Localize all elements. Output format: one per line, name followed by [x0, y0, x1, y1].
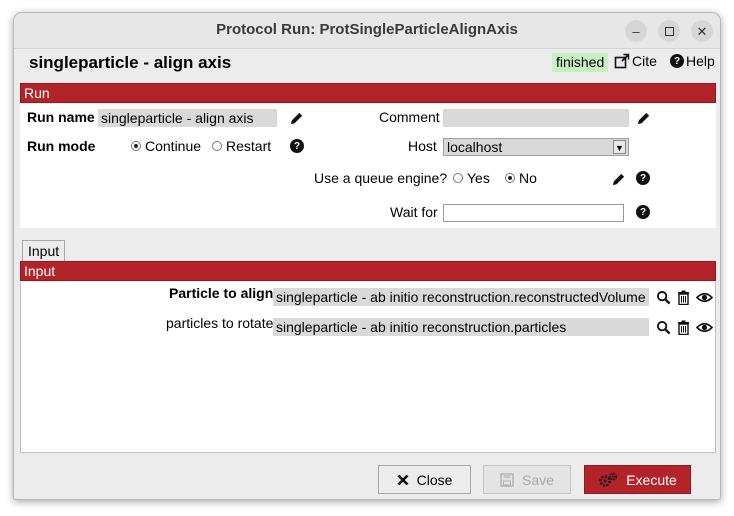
edit-comment-pencil-icon[interactable]: [635, 110, 651, 126]
gears-icon: [599, 472, 618, 487]
queue-no-label: No: [519, 170, 537, 186]
queue-engine-label: Use a queue engine?: [314, 170, 448, 186]
comment-label: Comment: [379, 109, 440, 125]
eye-icon[interactable]: [695, 319, 713, 335]
status-badge: finished: [552, 53, 609, 72]
protocol-header: singleparticle - align axis finished Cit…: [14, 49, 720, 83]
queue-yes-radio[interactable]: Yes: [453, 170, 490, 186]
edit-run-name-pencil-icon[interactable]: [288, 110, 304, 126]
input-section-panel: Particle to align singleparticle - ab in…: [20, 282, 716, 453]
run-section-header: Run: [20, 83, 716, 103]
trash-icon[interactable]: [676, 289, 691, 305]
tab-input[interactable]: Input: [22, 240, 66, 263]
protocol-run-window: Protocol Run: ProtSingleParticleAlignAxi…: [13, 12, 721, 500]
run-mode-label: Run mode: [27, 138, 96, 154]
help-label: Help: [686, 53, 715, 69]
edit-queue-pencil-icon[interactable]: [610, 171, 626, 187]
help-button[interactable]: ? Help: [670, 53, 715, 69]
wait-for-input[interactable]: [443, 204, 624, 222]
run-mode-continue-radio[interactable]: Continue: [131, 138, 201, 154]
host-label: Host: [408, 138, 437, 154]
particle-to-align-field[interactable]: singleparticle - ab initio reconstructio…: [273, 288, 649, 306]
close-button-label: Close: [416, 471, 453, 488]
save-button[interactable]: Save: [483, 465, 571, 494]
execute-button-label: Execute: [626, 471, 677, 488]
wait-for-label: Wait for: [390, 204, 438, 220]
help-icon: ?: [670, 54, 684, 68]
wait-for-help-icon[interactable]: ?: [636, 205, 650, 219]
host-value: localhost: [447, 139, 503, 155]
run-name-field[interactable]: singleparticle - align axis: [98, 109, 277, 127]
comment-field[interactable]: [443, 109, 629, 127]
close-icon[interactable]: ✕: [691, 20, 713, 42]
run-mode-restart-radio[interactable]: Restart: [212, 138, 271, 154]
window-title: Protocol Run: ProtSingleParticleAlignAxi…: [216, 21, 518, 38]
protocol-title: singleparticle - align axis: [29, 53, 232, 72]
run-mode-restart-label: Restart: [226, 138, 272, 154]
run-section-panel: Run name singleparticle - align axis Com…: [20, 104, 716, 228]
trash-icon[interactable]: [676, 319, 691, 335]
radio-selected-icon: [505, 173, 515, 183]
search-icon[interactable]: [655, 319, 671, 335]
maximize-icon[interactable]: [658, 20, 680, 42]
eye-icon[interactable]: [695, 289, 713, 305]
cite-label: Cite: [632, 53, 657, 69]
save-icon: [500, 472, 514, 487]
execute-button[interactable]: Execute: [584, 465, 691, 494]
queue-no-radio[interactable]: No: [505, 170, 537, 186]
external-link-icon: [614, 53, 630, 69]
save-button-label: Save: [522, 471, 554, 488]
minimize-icon[interactable]: –: [625, 20, 647, 42]
particles-to-rotate-label: particles to rotate: [166, 315, 274, 331]
input-section-header: Input: [20, 261, 716, 281]
radio-unselected-icon: [212, 141, 222, 151]
queue-help-icon[interactable]: ?: [636, 171, 650, 185]
cite-button[interactable]: Cite: [614, 53, 657, 69]
run-mode-continue-label: Continue: [145, 138, 202, 154]
run-mode-help-icon[interactable]: ?: [290, 139, 304, 153]
run-name-label: Run name: [27, 109, 95, 125]
radio-selected-icon: [131, 141, 141, 151]
particles-to-rotate-field[interactable]: singleparticle - ab initio reconstructio…: [273, 318, 649, 336]
window-titlebar[interactable]: Protocol Run: ProtSingleParticleAlignAxi…: [14, 13, 720, 49]
search-icon[interactable]: [655, 289, 671, 305]
host-select[interactable]: localhost ▼: [443, 138, 629, 156]
close-x-icon: [397, 474, 409, 485]
close-button[interactable]: Close: [378, 465, 471, 494]
queue-yes-label: Yes: [467, 170, 490, 186]
particle-to-align-label: Particle to align: [169, 285, 274, 301]
dropdown-arrow-icon: ▼: [613, 140, 626, 154]
radio-unselected-icon: [453, 173, 463, 183]
